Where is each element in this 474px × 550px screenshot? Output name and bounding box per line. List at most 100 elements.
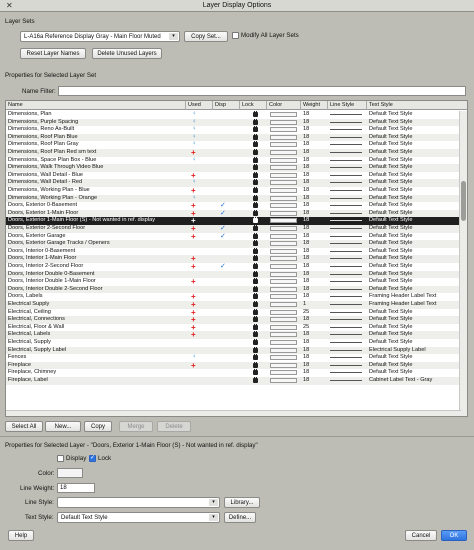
color-cell[interactable] [267,377,301,385]
copy-set-button[interactable]: Copy Set... [184,31,228,42]
display-check-icon[interactable]: ✓ [213,225,240,233]
lock-cell[interactable] [240,308,267,317]
weight-cell[interactable]: 1 [301,301,328,309]
line-style-cell[interactable] [328,255,367,263]
color-cell[interactable] [267,233,301,241]
text-style-cell[interactable]: Default Text Style [367,316,461,324]
line-style-cell[interactable] [328,225,367,233]
table-vertical-scrollbar[interactable] [459,111,467,416]
table-row[interactable]: Doors, Interior Double 1-Main Floor +18 De… [6,278,461,286]
weight-cell[interactable]: 18 [301,347,328,355]
color-swatch[interactable] [57,468,83,478]
text-style-cell[interactable]: Framing Header Label Text [367,293,461,301]
line-style-cell[interactable] [328,278,367,286]
lock-cell[interactable] [240,149,267,157]
line-style-cell[interactable] [328,339,367,347]
weight-cell[interactable]: 18 [301,164,328,172]
line-style-cell[interactable] [328,164,367,172]
weight-cell[interactable]: 18 [301,225,328,233]
display-cell[interactable] [213,331,240,339]
line-style-cell[interactable] [328,111,367,119]
line-style-cell[interactable] [328,263,367,271]
table-row[interactable]: Dimensions, Plan ♀ 18 Default Text Style [6,111,461,119]
text-style-cell[interactable]: Default Text Style [367,202,461,210]
lock-cell[interactable] [240,331,267,339]
color-cell[interactable] [267,187,301,195]
table-row[interactable]: Dimensions, Roof Plan Gray ♀ 18 Default Tex… [6,141,461,149]
weight-cell[interactable]: 18 [301,331,328,339]
text-style-cell[interactable]: Default Text Style [367,331,461,339]
help-button[interactable]: Help [8,530,34,541]
table-row[interactable]: Doors, Interior 2-Second Floor + ✓ 18 Defaul… [6,263,461,271]
lock-cell[interactable] [240,202,267,210]
table-row[interactable]: Doors, Exterior 1-Main Floor (S) - Not w… [6,217,461,225]
display-cell[interactable] [213,339,240,347]
text-style-cell[interactable]: Default Text Style [367,210,461,218]
weight-cell[interactable]: 18 [301,377,328,385]
display-cell[interactable] [213,141,240,149]
col-line-style[interactable]: Line Style [328,101,367,110]
color-cell[interactable] [267,309,301,317]
merge-layer-button[interactable]: Merge [119,421,153,432]
color-cell[interactable] [267,286,301,294]
delete-unused-layers-button[interactable]: Delete Unused Layers [92,48,162,59]
color-cell[interactable] [267,293,301,301]
line-style-cell[interactable] [328,240,367,248]
library-button[interactable]: Library... [224,497,260,508]
lock-cell[interactable] [240,323,267,332]
weight-cell[interactable]: 18 [301,354,328,362]
text-style-cell[interactable]: Default Text Style [367,157,461,165]
text-style-cell[interactable]: Default Text Style [367,248,461,256]
line-style-cell[interactable] [328,187,367,195]
lock-cell[interactable] [240,339,267,347]
color-cell[interactable] [267,263,301,271]
display-cell[interactable] [213,134,240,142]
copy-layer-button[interactable]: Copy [84,421,112,432]
weight-cell[interactable]: 25 [301,324,328,332]
color-cell[interactable] [267,149,301,157]
color-cell[interactable] [267,324,301,332]
line-style-cell[interactable] [328,331,367,339]
weight-cell[interactable]: 18 [301,217,328,225]
color-cell[interactable] [267,240,301,248]
display-cell[interactable] [213,187,240,195]
display-cell[interactable] [213,164,240,172]
color-cell[interactable] [267,339,301,347]
display-cell[interactable] [213,126,240,134]
table-row[interactable]: Fireplace, Label 18 Cabinet Label Text - G… [6,377,461,385]
lock-cell[interactable] [240,346,267,355]
table-row[interactable]: Dimensions, Walk Through Video Blue 18 Def… [6,164,461,172]
color-cell[interactable] [267,134,301,142]
line-style-cell[interactable] [328,347,367,355]
col-color[interactable]: Color [267,101,301,110]
display-cell[interactable] [213,278,240,286]
lock-cell[interactable] [240,217,267,225]
line-style-select[interactable]: ▾ [57,497,220,508]
table-row[interactable]: Electrical, Supply 18 Default Text Style [6,339,461,347]
text-style-cell[interactable]: Default Text Style [367,362,461,370]
table-horizontal-scrollbar[interactable] [6,410,461,416]
display-cell[interactable] [213,217,240,225]
lock-cell[interactable] [240,118,267,127]
table-row[interactable]: Doors, Labels +18 Framing Header Label Tex… [6,293,461,301]
line-style-cell[interactable] [328,271,367,279]
weight-cell[interactable]: 18 [301,157,328,165]
lock-cell[interactable] [240,179,267,187]
color-cell[interactable] [267,316,301,324]
lock-cell[interactable] [240,278,267,286]
text-style-cell[interactable]: Default Text Style [367,278,461,286]
text-style-cell[interactable]: Default Text Style [367,286,461,294]
line-style-cell[interactable] [328,233,367,241]
lock-cell[interactable] [240,187,267,195]
color-cell[interactable] [267,210,301,218]
lock-cell[interactable] [240,133,267,142]
display-check-icon[interactable]: ✓ [213,202,240,210]
line-style-cell[interactable] [328,157,367,165]
table-row[interactable]: Electrical, Supply Label 18 Electrical Sup… [6,346,461,355]
display-cell[interactable] [213,324,240,332]
lock-cell[interactable] [240,232,267,241]
line-style-cell[interactable] [328,134,367,142]
table-row[interactable]: Dimensions, Wall Detail - Red ♀ 18 Default … [6,179,461,187]
weight-cell[interactable]: 18 [301,339,328,347]
lock-cell[interactable] [240,301,267,309]
